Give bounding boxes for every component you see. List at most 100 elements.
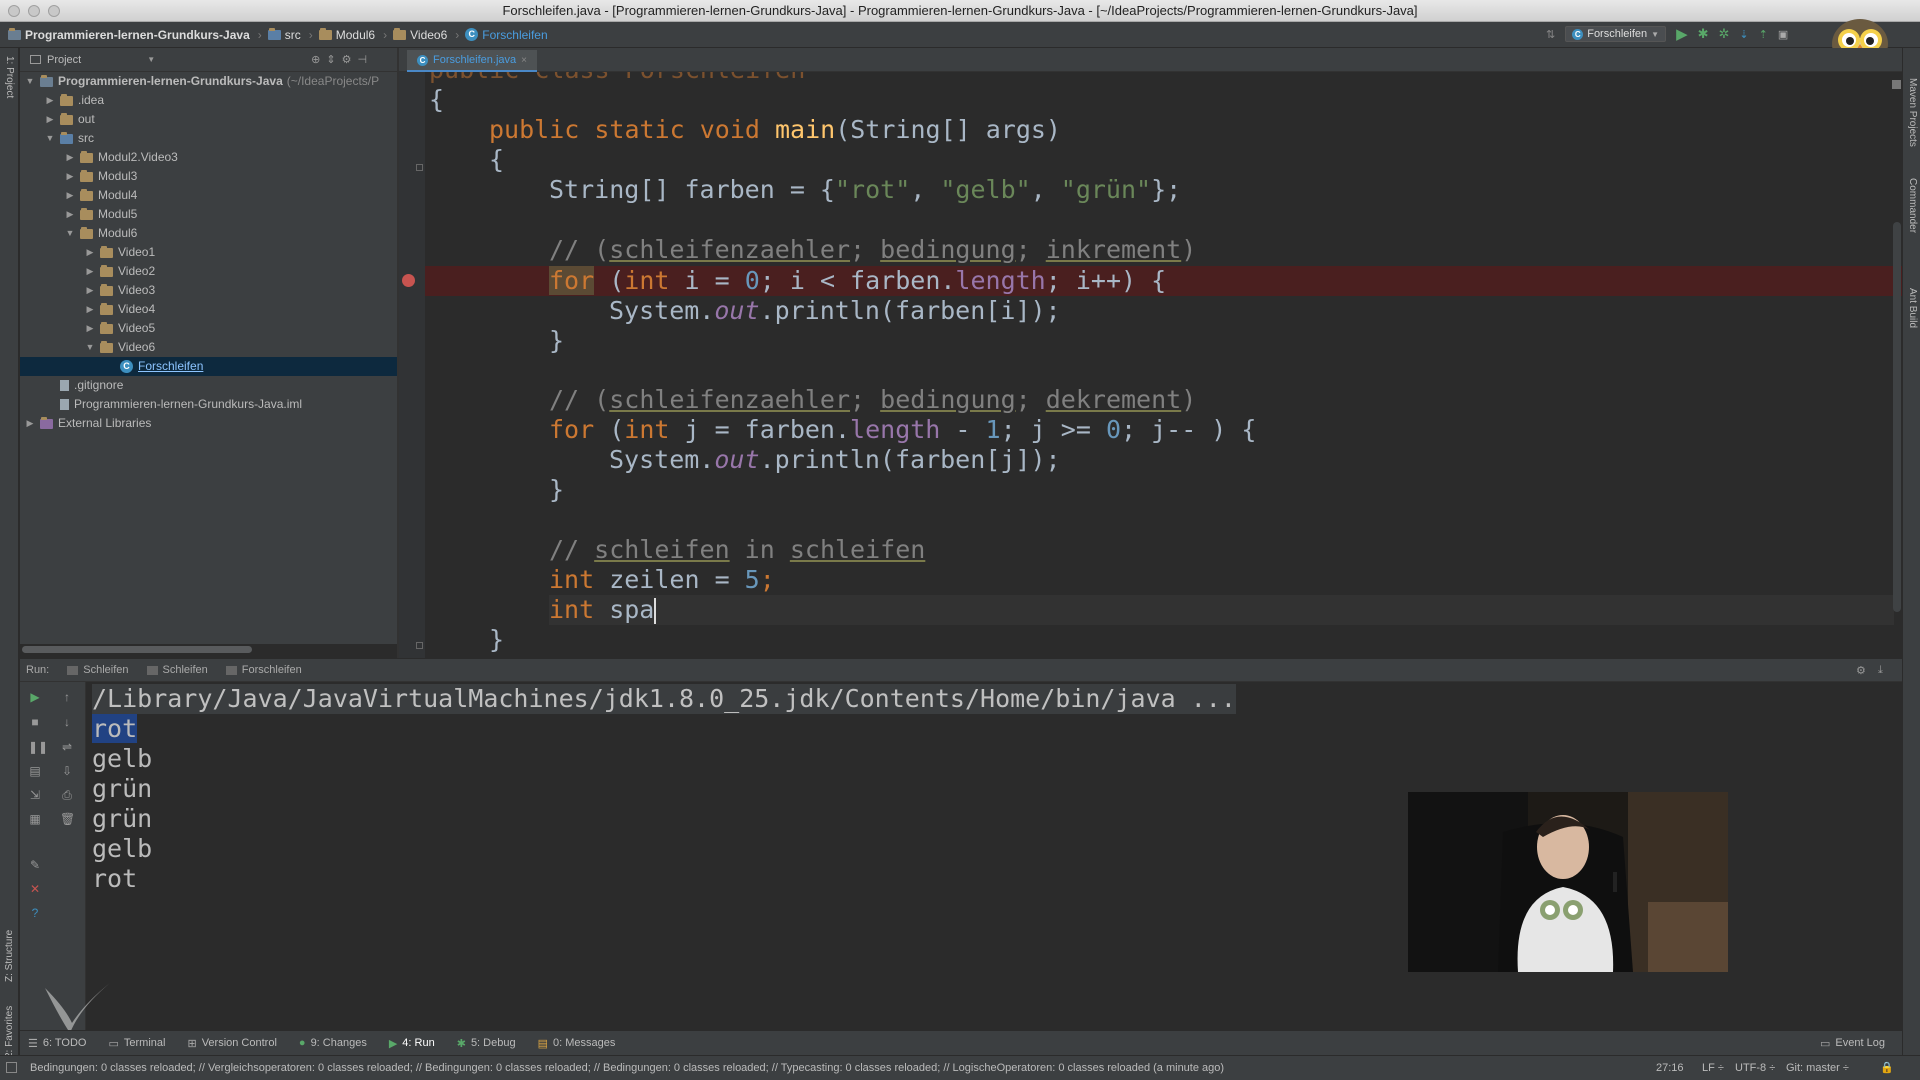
debug-tool-button[interactable]: ✱ 5: Debug bbox=[457, 1037, 516, 1050]
tree-item[interactable]: ▶ Modul4 bbox=[20, 186, 397, 205]
tree-item[interactable]: ▶ Video1 bbox=[20, 243, 397, 262]
print-icon[interactable]: ⎙ bbox=[60, 788, 74, 802]
tree-item[interactable]: ▶ Modul5 bbox=[20, 205, 397, 224]
chevron-right-icon[interactable]: ▶ bbox=[84, 300, 96, 319]
settings-icon[interactable]: ▣ bbox=[1778, 28, 1788, 41]
chevron-right-icon[interactable]: ▶ bbox=[64, 148, 76, 167]
trash-icon[interactable]: 🗑 bbox=[60, 812, 75, 826]
chevron-right-icon[interactable]: ▶ bbox=[24, 414, 36, 433]
favorites-tool-tab[interactable]: 2: Favorites bbox=[4, 1006, 15, 1058]
lock-icon[interactable]: 🔒 bbox=[1880, 1056, 1894, 1080]
chevron-down-icon[interactable]: ▼ bbox=[64, 224, 76, 243]
run-tab-schleifen-2[interactable]: Schleifen bbox=[146, 664, 208, 676]
chevron-right-icon[interactable]: ▶ bbox=[64, 205, 76, 224]
inspection-status-icon[interactable] bbox=[1892, 80, 1901, 89]
tree-item[interactable]: ▶ Modul2.Video3 bbox=[20, 148, 397, 167]
close-tab-icon[interactable]: × bbox=[521, 55, 527, 66]
chevron-right-icon[interactable]: ▶ bbox=[64, 167, 76, 186]
version-control-tool-button[interactable]: ⊞ Version Control bbox=[187, 1037, 276, 1050]
breadcrumb-video6[interactable]: Video6 › bbox=[393, 27, 459, 42]
hide-panel-icon[interactable]: ⊣ bbox=[357, 53, 367, 66]
chevron-down-icon[interactable]: ▼ bbox=[147, 55, 155, 64]
layout-icon[interactable]: ▦ bbox=[28, 812, 42, 826]
status-message[interactable]: Bedingungen: 0 classes reloaded; // Verg… bbox=[30, 1056, 1224, 1080]
chevron-right-icon[interactable]: ▶ bbox=[84, 319, 96, 338]
maven-projects-tab[interactable]: Maven Projects bbox=[1907, 78, 1918, 147]
editor-gutter[interactable] bbox=[399, 72, 425, 658]
changes-tool-button[interactable]: ● 9: Changes bbox=[299, 1037, 367, 1049]
arrow-down-icon[interactable]: ↓ bbox=[60, 715, 74, 729]
project-view-select[interactable]: Project bbox=[47, 54, 81, 66]
help-icon[interactable]: ? bbox=[28, 906, 42, 920]
tree-item[interactable]: ▼ Video6 bbox=[20, 338, 397, 357]
breadcrumb-modul6[interactable]: Modul6 › bbox=[318, 27, 387, 42]
tree-item[interactable]: ▶ Video3 bbox=[20, 281, 397, 300]
vcs-toolbar-icon[interactable]: ⇅ bbox=[1546, 28, 1555, 41]
vcs-update-icon[interactable]: ⇣ bbox=[1739, 28, 1748, 41]
project-tool-tab[interactable]: 1: Project bbox=[4, 56, 15, 98]
fold-marker-icon[interactable] bbox=[416, 642, 423, 649]
event-log-button[interactable]: ▭ Event Log bbox=[1820, 1037, 1885, 1050]
messages-tool-button[interactable]: ▤ 0: Messages bbox=[538, 1037, 616, 1050]
dump-threads-icon[interactable]: ▤ bbox=[28, 764, 42, 778]
scroll-to-end-icon[interactable]: ⇩ bbox=[60, 764, 74, 778]
tree-item[interactable]: ▶ out bbox=[20, 110, 397, 129]
coverage-icon[interactable]: ✲ bbox=[1719, 26, 1730, 42]
run-icon[interactable]: ▶ bbox=[1676, 25, 1688, 43]
tree-item[interactable]: ▶ Video5 bbox=[20, 319, 397, 338]
breadcrumb-project[interactable]: Programmieren-lernen-Grundkurs-Java › bbox=[8, 27, 262, 42]
todo-tool-button[interactable]: ☰ 6: TODO bbox=[28, 1037, 86, 1050]
tree-item[interactable]: Programmieren-lernen-Grundkurs-Java.iml bbox=[20, 395, 397, 414]
tree-scrollbar[interactable] bbox=[22, 646, 252, 653]
breakpoint-icon[interactable] bbox=[402, 274, 415, 287]
run-config-select[interactable]: C Forschleifen ▼ bbox=[1565, 26, 1667, 42]
commander-tab[interactable]: Commander bbox=[1907, 178, 1918, 233]
close-window-button[interactable] bbox=[8, 5, 20, 17]
tree-item[interactable]: ▶ .idea bbox=[20, 91, 397, 110]
breadcrumb-src[interactable]: src › bbox=[267, 27, 313, 42]
target-icon[interactable]: ⊕ bbox=[311, 53, 320, 66]
gear-icon[interactable]: ⚙ bbox=[342, 53, 352, 66]
hide-panel-icon[interactable]: ⤓ bbox=[1878, 664, 1883, 677]
chevron-right-icon[interactable]: ▶ bbox=[44, 91, 56, 110]
pin-icon[interactable]: ✎ bbox=[28, 858, 42, 872]
tree-item[interactable]: C Forschleifen bbox=[20, 357, 397, 376]
zoom-window-button[interactable] bbox=[48, 5, 60, 17]
chevron-right-icon[interactable]: ▶ bbox=[84, 281, 96, 300]
chevron-down-icon[interactable]: ▼ bbox=[44, 129, 56, 148]
tree-item[interactable]: ▶ Video4 bbox=[20, 300, 397, 319]
ant-build-tab[interactable]: Ant Build bbox=[1907, 288, 1918, 328]
terminal-tool-button[interactable]: ▭ Terminal bbox=[108, 1037, 165, 1050]
tree-item[interactable]: ▼ Programmieren-lernen-Grundkurs-Java (~/I… bbox=[20, 72, 397, 91]
chevron-down-icon[interactable]: ▼ bbox=[84, 338, 96, 357]
close-icon[interactable]: ✕ bbox=[28, 882, 42, 896]
chevron-down-icon[interactable]: ▼ bbox=[24, 72, 36, 91]
exit-icon[interactable]: ⇲ bbox=[28, 788, 42, 802]
run-tab-schleifen-1[interactable]: Schleifen bbox=[67, 664, 129, 676]
run-tool-button[interactable]: ▶ 4: Run bbox=[389, 1037, 435, 1050]
chevron-right-icon[interactable]: ▶ bbox=[64, 186, 76, 205]
editor-tab-forschleifen[interactable]: C Forschleifen.java × bbox=[407, 50, 537, 72]
file-encoding[interactable]: UTF-8 ÷ bbox=[1735, 1056, 1775, 1080]
chevron-right-icon[interactable]: ▶ bbox=[44, 110, 56, 129]
structure-tool-tab[interactable]: Z: Structure bbox=[4, 930, 15, 982]
soft-wrap-icon[interactable]: ⇌ bbox=[60, 740, 74, 754]
code-editor[interactable]: public class Forschleifen { public stati… bbox=[399, 72, 1902, 658]
arrow-up-icon[interactable]: ↑ bbox=[60, 690, 74, 704]
status-panel-icon[interactable] bbox=[6, 1062, 17, 1073]
breadcrumb-forschleifen[interactable]: C Forschleifen bbox=[465, 28, 548, 42]
chevron-right-icon[interactable]: ▶ bbox=[84, 262, 96, 281]
line-separator[interactable]: LF ÷ bbox=[1702, 1056, 1724, 1080]
tree-item[interactable]: ▶ External Libraries bbox=[20, 414, 397, 433]
minimize-window-button[interactable] bbox=[28, 5, 40, 17]
tree-item[interactable]: ▼ Modul6 bbox=[20, 224, 397, 243]
run-tab-forschleifen[interactable]: Forschleifen bbox=[225, 664, 302, 676]
rerun-icon[interactable]: ▶ bbox=[28, 690, 42, 704]
fold-marker-icon[interactable] bbox=[416, 164, 423, 171]
editor-scrollbar[interactable] bbox=[1893, 222, 1901, 612]
gear-icon[interactable]: ⚙ bbox=[1856, 664, 1866, 677]
vcs-commit-icon[interactable]: ⇡ bbox=[1759, 28, 1768, 41]
collapse-icon[interactable]: ⇕ bbox=[326, 53, 335, 66]
caret-position[interactable]: 27:16 bbox=[1656, 1056, 1684, 1080]
tree-item[interactable]: ▶ Video2 bbox=[20, 262, 397, 281]
